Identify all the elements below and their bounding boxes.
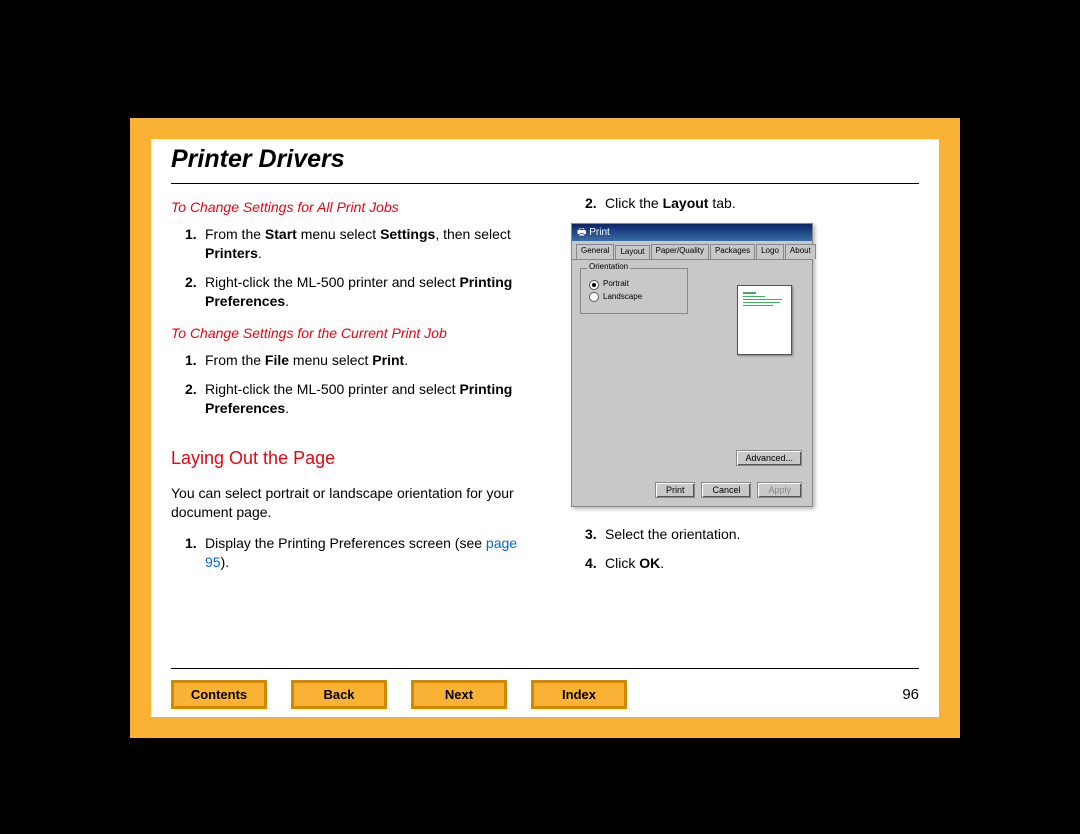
divider-top bbox=[171, 183, 919, 184]
step: 1. From the Start menu select Settings, … bbox=[185, 225, 541, 263]
footer: Contents Back Next Index 96 bbox=[171, 680, 919, 709]
radio-portrait[interactable]: Portrait bbox=[589, 279, 679, 290]
print-button[interactable]: Print bbox=[655, 482, 696, 498]
tab-packages[interactable]: Packages bbox=[710, 244, 755, 259]
cancel-button[interactable]: Cancel bbox=[701, 482, 751, 498]
step: 1. From the File menu select Print. bbox=[185, 351, 541, 370]
steps-all-jobs: 1. From the Start menu select Settings, … bbox=[185, 225, 541, 311]
paragraph: You can select portrait or landscape ori… bbox=[171, 484, 541, 522]
dialog-screenshot: 🖶 Print General Layout Paper/Quality Pac… bbox=[571, 223, 813, 507]
orientation-group: Orientation Portrait Landscape bbox=[580, 268, 688, 314]
tab-general[interactable]: General bbox=[576, 244, 614, 259]
subheading-all-jobs: To Change Settings for All Print Jobs bbox=[171, 198, 541, 217]
dialog-body: Orientation Portrait Landscape Advanced.… bbox=[572, 259, 812, 506]
radio-landscape[interactable]: Landscape bbox=[589, 292, 679, 303]
index-button[interactable]: Index bbox=[531, 680, 627, 709]
page-preview bbox=[737, 285, 792, 355]
right-column: 2. Click the Layout tab. 🖶 Print General… bbox=[571, 194, 921, 657]
steps-current-job: 1. From the File menu select Print. 2. R… bbox=[185, 351, 541, 418]
step: 2. Right-click the ML-500 printer and se… bbox=[185, 273, 541, 311]
manual-page: Printer Drivers To Change Settings for A… bbox=[130, 118, 960, 738]
steps-right-top: 2. Click the Layout tab. bbox=[585, 194, 921, 213]
orientation-legend: Orientation bbox=[587, 262, 630, 273]
tab-layout[interactable]: Layout bbox=[615, 245, 649, 260]
contents-button[interactable]: Contents bbox=[171, 680, 267, 709]
divider-bottom bbox=[171, 668, 919, 669]
next-button[interactable]: Next bbox=[411, 680, 507, 709]
page-title: Printer Drivers bbox=[171, 145, 345, 174]
tab-about[interactable]: About bbox=[785, 244, 816, 259]
step: 1. Display the Printing Preferences scre… bbox=[185, 534, 541, 572]
left-column: To Change Settings for All Print Jobs 1.… bbox=[171, 194, 541, 657]
tab-paper-quality[interactable]: Paper/Quality bbox=[651, 244, 709, 259]
back-button[interactable]: Back bbox=[291, 680, 387, 709]
page-number: 96 bbox=[902, 686, 919, 703]
dialog-buttons: Print Cancel Apply bbox=[655, 482, 802, 498]
section-heading-layout: Laying Out the Page bbox=[171, 446, 541, 470]
steps-right-bottom: 3. Select the orientation. 4. Click OK. bbox=[585, 525, 921, 573]
subheading-current-job: To Change Settings for the Current Print… bbox=[171, 324, 541, 343]
steps-layout: 1. Display the Printing Preferences scre… bbox=[185, 534, 541, 572]
apply-button[interactable]: Apply bbox=[757, 482, 802, 498]
step: 2. Right-click the ML-500 printer and se… bbox=[185, 380, 541, 418]
radio-icon bbox=[589, 292, 599, 302]
dialog-titlebar: 🖶 Print bbox=[572, 224, 812, 242]
radio-icon bbox=[589, 280, 599, 290]
step: 3. Select the orientation. bbox=[585, 525, 921, 544]
advanced-button[interactable]: Advanced... bbox=[736, 450, 802, 466]
step: 4. Click OK. bbox=[585, 554, 921, 573]
tab-logo[interactable]: Logo bbox=[756, 244, 784, 259]
step: 2. Click the Layout tab. bbox=[585, 194, 921, 213]
dialog-tabs: General Layout Paper/Quality Packages Lo… bbox=[572, 241, 812, 259]
